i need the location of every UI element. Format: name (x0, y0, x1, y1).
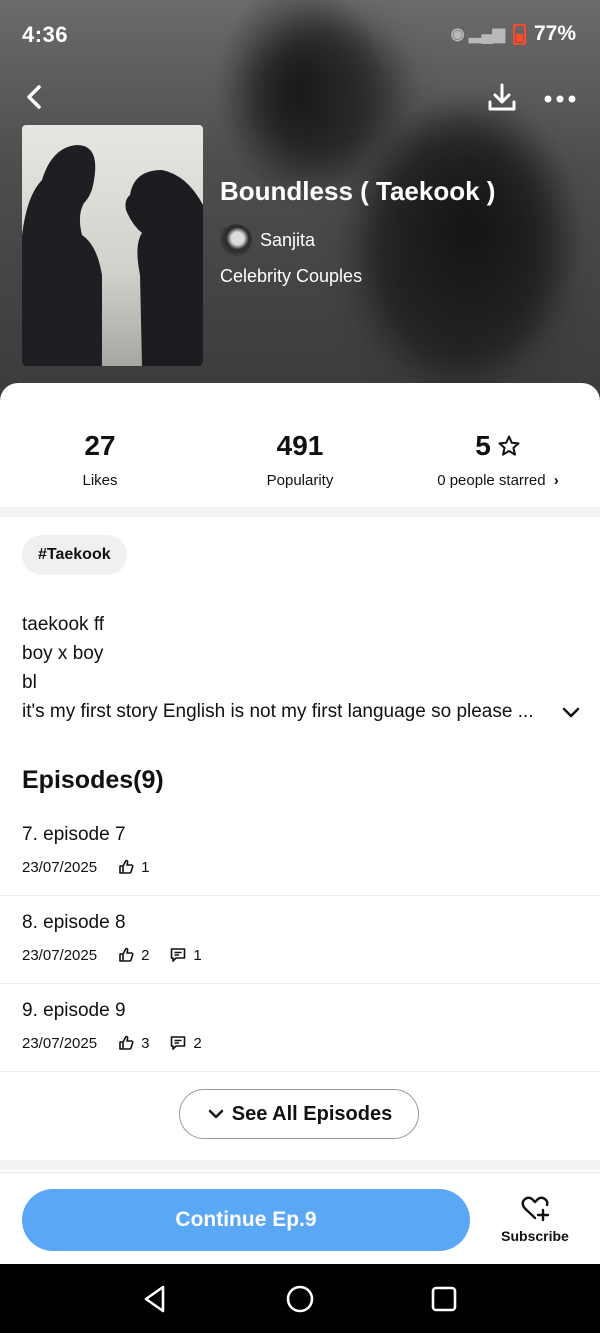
subscribe-button[interactable]: Subscribe (500, 1193, 570, 1244)
status-bar: 4:36 ◉ ▂▄▆ 77% (0, 0, 600, 70)
heart-plus-icon (521, 1196, 550, 1222)
like-count: 1 (141, 858, 150, 876)
see-all-episodes-button[interactable]: See All Episodes (179, 1089, 419, 1139)
signal-icon: ◉ ▂▄▆ (450, 26, 505, 43)
system-nav-bar (0, 1264, 600, 1333)
chevron-right-icon: › (553, 472, 559, 489)
like-count: 2 (141, 946, 150, 964)
nav-recents-icon[interactable] (427, 1282, 461, 1316)
popularity-stat: 491 Popularity (200, 430, 400, 489)
download-icon[interactable] (484, 80, 520, 116)
star-icon[interactable] (497, 434, 521, 458)
episode-title[interactable]: 7. episode 7 (22, 824, 126, 846)
episode-date: 23/07/2025 (22, 946, 98, 964)
battery-percent: 77% (533, 22, 576, 45)
chevron-down-icon[interactable] (560, 701, 582, 723)
episodes-heading: Episodes(9) (22, 766, 164, 794)
chevron-down-icon (208, 1109, 224, 1119)
description-line: it's my first story English is not my fi… (22, 701, 534, 722)
episode-date: 23/07/2025 (22, 858, 98, 876)
likes-count: 27 (84, 430, 116, 461)
comment-count: 2 (193, 1034, 202, 1052)
like-count: 3 (141, 1034, 150, 1052)
subscribe-label: Subscribe (501, 1228, 569, 1244)
comment-icon (171, 948, 186, 962)
comment-count: 1 (193, 946, 202, 964)
book-title: Boundless ( Taekook ) (220, 176, 496, 206)
description-line: taekook ff (22, 614, 105, 635)
section-divider (0, 1160, 600, 1170)
like-icon (119, 947, 134, 962)
section-divider (0, 507, 600, 517)
like-icon (119, 859, 134, 874)
episode-meta: 23/07/2025 1 (22, 858, 163, 876)
description: taekook ff boy x boy bl it's my first st… (22, 610, 582, 726)
author-name[interactable]: Sanjita (260, 230, 315, 251)
author-row[interactable]: Sanjita (220, 224, 315, 256)
more-icon[interactable] (540, 84, 580, 114)
back-icon[interactable] (20, 82, 50, 112)
like-icon (119, 1035, 134, 1050)
rating-label[interactable]: 0 people starred (437, 472, 545, 489)
episode-title[interactable]: 8. episode 8 (22, 912, 126, 934)
rating-value: 5 (475, 430, 491, 461)
likes-label: Likes (82, 472, 118, 489)
see-all-label: See All Episodes (231, 1102, 393, 1125)
continue-reading-button[interactable]: Continue Ep.9 (22, 1189, 470, 1251)
rating-stat[interactable]: 5 0 people starred › (398, 430, 598, 489)
episode-meta: 23/07/2025 3 2 (22, 1034, 216, 1052)
nav-back-icon[interactable] (138, 1282, 172, 1316)
description-line: boy x boy (22, 643, 104, 664)
episode-item[interactable]: 9. episode 9 23/07/2025 3 2 (0, 984, 600, 1072)
bottom-action-bar: Continue Ep.9 Subscribe (0, 1172, 600, 1265)
episode-item[interactable]: 8. episode 8 23/07/2025 2 1 (0, 896, 600, 984)
episode-title[interactable]: 9. episode 9 (22, 1000, 126, 1022)
likes-stat: 27 Likes (0, 430, 200, 489)
popularity-label: Popularity (266, 472, 334, 489)
status-icons: ◉ ▂▄▆ 77% (451, 22, 576, 46)
description-line: bl (22, 672, 37, 693)
tag-chip[interactable]: #Taekook (22, 535, 127, 575)
rating-value-row: 5 (398, 430, 598, 462)
hero-shadow (360, 120, 560, 380)
description-last-row[interactable]: it's my first story English is not my fi… (22, 697, 582, 726)
episode-item[interactable]: 7. episode 7 23/07/2025 1 (0, 808, 600, 896)
battery-icon (512, 23, 526, 45)
episode-date: 23/07/2025 (22, 1034, 98, 1052)
rating-label-row[interactable]: 0 people starred › (398, 472, 598, 489)
comment-icon (171, 1036, 186, 1050)
popularity-count: 491 (276, 430, 324, 461)
episode-meta: 23/07/2025 2 1 (22, 946, 216, 964)
avatar[interactable] (220, 224, 252, 256)
book-category[interactable]: Celebrity Couples (220, 266, 362, 287)
episode-list: 7. episode 7 23/07/2025 1 8. episode 8 2… (0, 808, 600, 1072)
nav-home-icon[interactable] (283, 1282, 317, 1316)
stats-row: 27 Likes 491 Popularity 5 0 people starr… (0, 400, 600, 500)
book-cover (22, 125, 203, 366)
status-time: 4:36 (22, 22, 69, 47)
